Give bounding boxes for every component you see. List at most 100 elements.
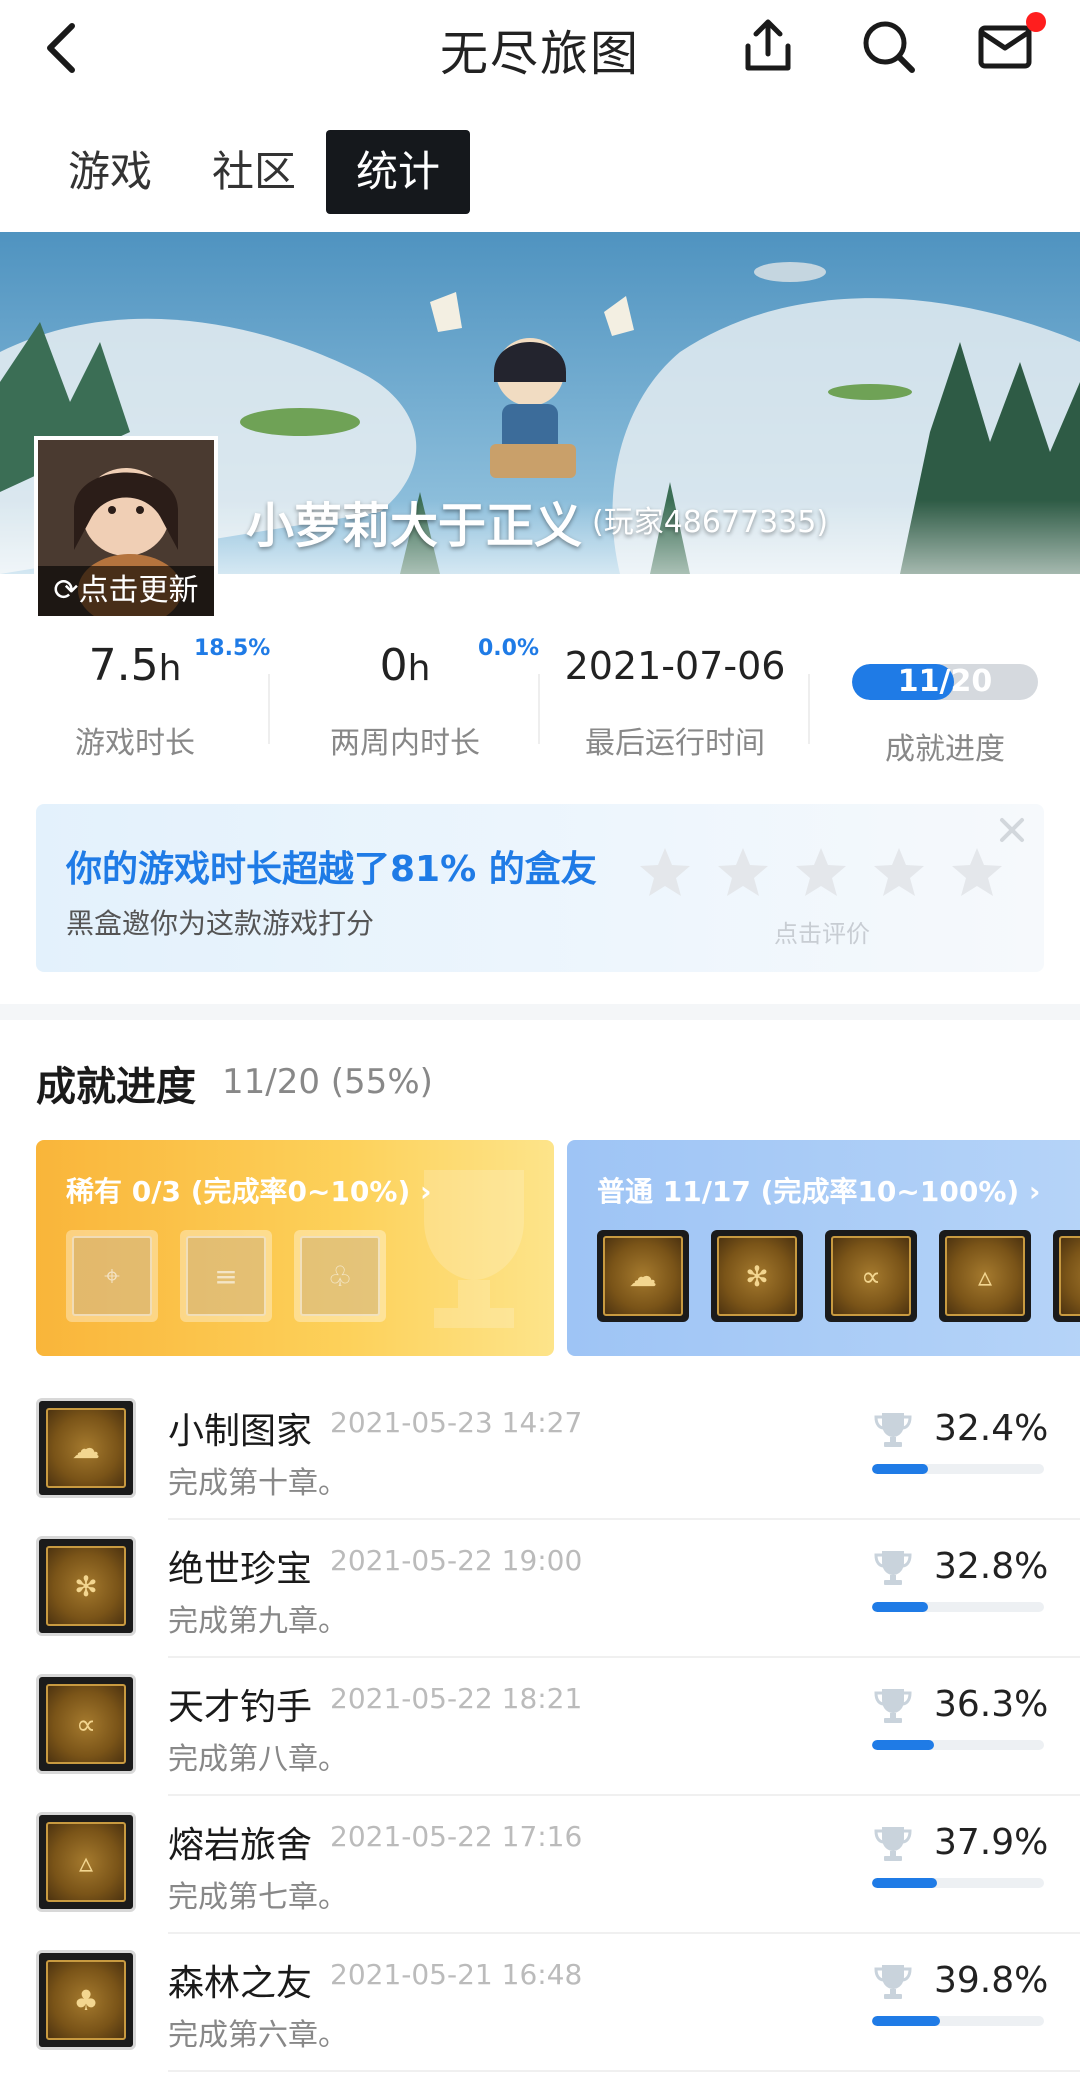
rare-badges: ⌖ ≡ ♧ (66, 1230, 386, 1322)
share-button[interactable] (738, 16, 798, 76)
trophy-icon (874, 1413, 912, 1447)
achievement-name: 森林之友 (168, 1963, 313, 2004)
achievement-rate-bar (872, 2016, 1044, 2026)
achievement-desc: 完成第八章。 (168, 1742, 348, 1777)
rare-badge[interactable]: ♧ (294, 1230, 386, 1322)
layers-icon: ≡ (186, 1236, 266, 1316)
normal-badge[interactable]: ♣ (1053, 1230, 1080, 1322)
stat-playtime-label: 游戏时长 (75, 726, 195, 761)
rare-badge[interactable]: ≡ (180, 1230, 272, 1322)
stat-achievement[interactable]: 11/20 成就进度 (810, 636, 1080, 768)
achievement-row[interactable]: ▵ 熔岩旅舍 2021-05-22 17:16 完成第七章。 37.9% (0, 1796, 1080, 1934)
tree-icon: ♣ (46, 1960, 126, 2040)
trophy-icon (874, 1689, 912, 1723)
close-icon (1000, 818, 1024, 842)
achievement-name: 小制图家 (168, 1411, 313, 1452)
stats-row: 7.5h 游戏时长 18.5% 0h 两周内时长 0.0% 2021-07-06… (0, 636, 1080, 776)
normal-badge[interactable]: ✻ (711, 1230, 803, 1322)
stat-two-week-value: 0 (379, 640, 408, 691)
normal-badge[interactable]: ☁ (597, 1230, 689, 1322)
fish-icon: ∝ (831, 1236, 911, 1316)
achievement-badge: ✻ (36, 1536, 136, 1636)
achievement-progress-text: 11/20 (897, 664, 993, 699)
achievement-pct: 36.3% (934, 1684, 1049, 1725)
cloud-icon: ☁ (46, 1408, 126, 1488)
normal-label: 普通 11/17 (完成率10~100%) › (597, 1175, 1041, 1208)
achievement-name: 绝世珍宝 (168, 1549, 313, 1590)
avatar[interactable]: ⟳点击更新 (34, 436, 218, 620)
star-icon[interactable] (948, 844, 1006, 902)
stat-playtime-value: 7.5 (88, 640, 159, 691)
tab-game[interactable]: 游戏 (38, 130, 182, 214)
normal-badge[interactable]: ∝ (825, 1230, 917, 1322)
sprout-icon: ♧ (300, 1236, 380, 1316)
achievement-rate-fill (872, 1878, 938, 1888)
stat-two-week-unit: h (407, 648, 431, 689)
star-icon[interactable] (714, 844, 772, 902)
tab-bar: 游戏 社区 统计 (38, 130, 471, 214)
refresh-icon: ⟳ (53, 573, 79, 608)
achievement-desc: 完成第九章。 (168, 1604, 348, 1639)
rate-subtitle: 黑盒邀你为这款游戏打分 (66, 907, 375, 940)
section-separator (0, 1004, 1080, 1020)
fish-icon: ∝ (46, 1684, 126, 1764)
trophy-icon (874, 1551, 912, 1585)
achievement-rate-fill (872, 1602, 929, 1612)
star-icon[interactable] (792, 844, 850, 902)
achievement-badge: ☁ (36, 1398, 136, 1498)
rating-stars (636, 844, 1006, 902)
achievement-rate-bar (872, 1602, 1044, 1612)
achievement-row[interactable]: ♣ 森林之友 2021-05-21 16:48 完成第六章。 39.8% (0, 1934, 1080, 2072)
share-icon (745, 19, 791, 71)
achievements-title: 成就进度 (36, 1064, 196, 1110)
achievement-badge: ∝ (36, 1674, 136, 1774)
stat-playtime-unit: h (158, 648, 182, 689)
achievement-badge: ♣ (36, 1950, 136, 2050)
achievement-desc: 完成第六章。 (168, 2018, 348, 2053)
trophy-icon (874, 1965, 912, 1999)
rare-label: 稀有 0/3 (完成率0~10%) › (66, 1175, 432, 1208)
tab-community[interactable]: 社区 (182, 130, 326, 214)
achievement-desc: 完成第十章。 (168, 1466, 348, 1501)
achievement-rate-fill (872, 1740, 935, 1750)
search-button[interactable] (858, 16, 918, 76)
close-button[interactable] (994, 812, 1030, 848)
achievement-row[interactable]: ☁ 小制图家 2021-05-23 14:27 完成第十章。 32.4% (0, 1382, 1080, 1520)
stat-two-week-label: 两周内时长 (330, 726, 480, 761)
achievement-badge: ▵ (36, 1812, 136, 1912)
achievement-time: 2021-05-22 18:21 (330, 1682, 583, 1715)
stat-last-run-label: 最后运行时间 (585, 726, 765, 761)
username: 小萝莉大于正义 (246, 498, 583, 554)
map-icon: ⌖ (72, 1236, 152, 1316)
rate-hint: 点击评价 (774, 920, 870, 948)
rate-card: 你的游戏时长超越了81% 的盒友 黑盒邀你为这款游戏打分 点击评价 (36, 804, 1044, 972)
normal-badge[interactable]: ▵ (939, 1230, 1031, 1322)
stat-achievement-label: 成就进度 (885, 732, 1005, 767)
row-divider (168, 2070, 1080, 2072)
stat-playtime-pct: 18.5% (194, 636, 271, 661)
rare-achievements-card[interactable]: 稀有 0/3 (完成率0~10%) › ⌖ ≡ ♧ (36, 1140, 554, 1356)
achievement-time: 2021-05-22 19:00 (330, 1544, 583, 1577)
achievement-name: 天才钓手 (168, 1687, 313, 1728)
normal-badges: ☁ ✻ ∝ ▵ ♣ (597, 1230, 1080, 1322)
achievement-rate-bar (872, 1878, 1044, 1888)
achievement-row[interactable]: ✻ 绝世珍宝 2021-05-22 19:00 完成第九章。 32.8% (0, 1520, 1080, 1658)
achievement-rate-bar (872, 1464, 1044, 1474)
achievement-time: 2021-05-21 16:48 (330, 1958, 583, 1991)
achievements-summary: 11/20 (55%) (222, 1062, 433, 1102)
tab-stats[interactable]: 统计 (326, 130, 471, 214)
avatar-update-button[interactable]: ⟳点击更新 (38, 566, 214, 616)
page-title: 无尽旅图 (439, 26, 640, 82)
rare-badge[interactable]: ⌖ (66, 1230, 158, 1322)
search-icon (863, 21, 915, 73)
normal-achievements-card[interactable]: 普通 11/17 (完成率10~100%) › ☁ ✻ ∝ ▵ ♣ (567, 1140, 1080, 1356)
star-icon[interactable] (870, 844, 928, 902)
campfire-icon: ▵ (945, 1236, 1025, 1316)
tree-icon: ♣ (1059, 1236, 1080, 1316)
achievement-row[interactable]: ∝ 天才钓手 2021-05-22 18:21 完成第八章。 36.3% (0, 1658, 1080, 1796)
achievement-list: ☁ 小制图家 2021-05-23 14:27 完成第十章。 32.4% ✻ 绝… (0, 1382, 1080, 2072)
stat-last-run[interactable]: 2021-07-06 最后运行时间 (540, 636, 810, 762)
achievement-rate-fill (872, 2016, 941, 2026)
star-icon[interactable] (636, 844, 694, 902)
achievement-pct: 37.9% (934, 1822, 1049, 1863)
